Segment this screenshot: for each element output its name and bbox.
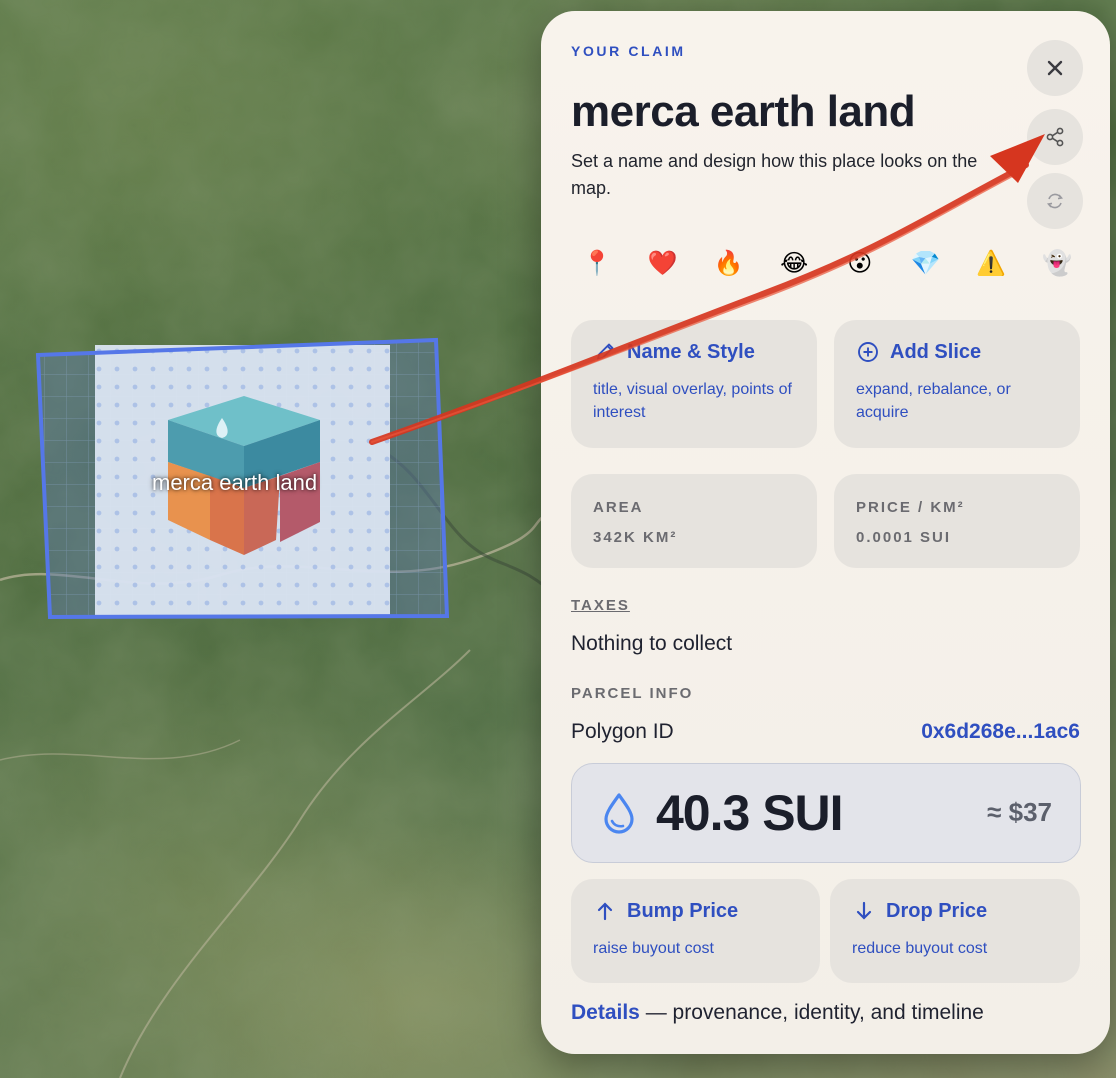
emoji-surprised[interactable]: 😮 xyxy=(840,243,880,283)
name-style-title: Name & Style xyxy=(627,340,755,363)
add-slice-button[interactable]: Add Slice expand, rebalance, or acquire xyxy=(834,320,1080,448)
details-link[interactable]: Details xyxy=(571,1001,640,1024)
details-rest: — provenance, identity, and timeline xyxy=(639,1001,984,1024)
drop-price-head: Drop Price xyxy=(852,899,987,923)
bump-price-button[interactable]: Bump Price raise buyout cost xyxy=(571,879,820,983)
price-per-km-card: PRICE / KM² 0.0001 SUI xyxy=(834,474,1080,568)
taxes-label[interactable]: TAXES xyxy=(571,597,630,614)
polygon-id-label: Polygon ID xyxy=(571,720,674,743)
refresh-icon xyxy=(1046,193,1064,209)
arrow-down-icon xyxy=(852,899,876,923)
claim-panel: YOUR CLAIM merca earth land Set a name a… xyxy=(541,11,1110,1054)
name-style-sub: title, visual overlay, points of interes… xyxy=(593,381,792,421)
bump-price-head: Bump Price xyxy=(593,899,738,923)
claim-title: merca earth land xyxy=(571,87,916,136)
taxes-value: Nothing to collect xyxy=(571,632,733,655)
polygon-id-link[interactable]: 0x6d268e...1ac6 xyxy=(921,720,1080,744)
claim-map-label: merca earth land xyxy=(152,470,318,495)
emoji-reactions: 📍 ❤️ 🔥 😂 😮 💎 ⚠️ 👻 xyxy=(577,243,1077,283)
add-slice-sub: expand, rebalance, or acquire xyxy=(856,381,1011,421)
share-icon xyxy=(1046,127,1064,147)
close-icon xyxy=(1047,60,1063,76)
emoji-fire[interactable]: 🔥 xyxy=(708,243,748,283)
price-amount: 40.3 SUI xyxy=(656,785,844,841)
drop-price-button[interactable]: Drop Price reduce buyout cost xyxy=(830,879,1080,983)
emoji-laugh[interactable]: 😂 xyxy=(774,243,814,283)
price-usd: ≈ $37 xyxy=(987,797,1052,827)
bump-price-sub: raise buyout cost xyxy=(593,940,714,957)
claim-subtitle: Set a name and design how this place loo… xyxy=(571,151,978,198)
price-per-km-value: 0.0001 SUI xyxy=(856,529,952,546)
emoji-heart[interactable]: ❤️ xyxy=(643,243,683,283)
details-row: Details — provenance, identity, and time… xyxy=(571,1001,984,1025)
drop-price-sub: reduce buyout cost xyxy=(852,940,988,957)
parcel-info-label: PARCEL INFO xyxy=(571,685,694,702)
emoji-warning[interactable]: ⚠️ xyxy=(971,243,1011,283)
share-button[interactable] xyxy=(1027,109,1083,165)
sui-drop-icon xyxy=(604,793,634,834)
bump-price-title: Bump Price xyxy=(627,899,739,922)
price-display: 40.3 SUI ≈ $37 xyxy=(571,763,1081,863)
drop-price-title: Drop Price xyxy=(886,899,988,922)
close-button[interactable] xyxy=(1027,40,1083,96)
emoji-diamond[interactable]: 💎 xyxy=(906,243,946,283)
emoji-pin[interactable]: 📍 xyxy=(577,243,617,283)
price-per-km-label: PRICE / KM² xyxy=(856,499,965,516)
plus-circle-icon xyxy=(856,340,880,364)
area-card: AREA 342K KM² xyxy=(571,474,817,568)
arrow-up-icon xyxy=(593,899,617,923)
area-label: AREA xyxy=(593,499,644,516)
add-slice-head: Add Slice xyxy=(856,340,981,364)
emoji-ghost[interactable]: 👻 xyxy=(1037,243,1077,283)
panel-eyebrow: YOUR CLAIM xyxy=(571,43,686,59)
claim-polygon[interactable] xyxy=(0,0,560,700)
pencil-icon xyxy=(593,340,617,364)
area-value: 342K KM² xyxy=(593,529,678,546)
name-style-head: Name & Style xyxy=(593,340,755,364)
refresh-button[interactable] xyxy=(1027,173,1083,229)
name-style-button[interactable]: Name & Style title, visual overlay, poin… xyxy=(571,320,817,448)
add-slice-title: Add Slice xyxy=(890,340,982,363)
